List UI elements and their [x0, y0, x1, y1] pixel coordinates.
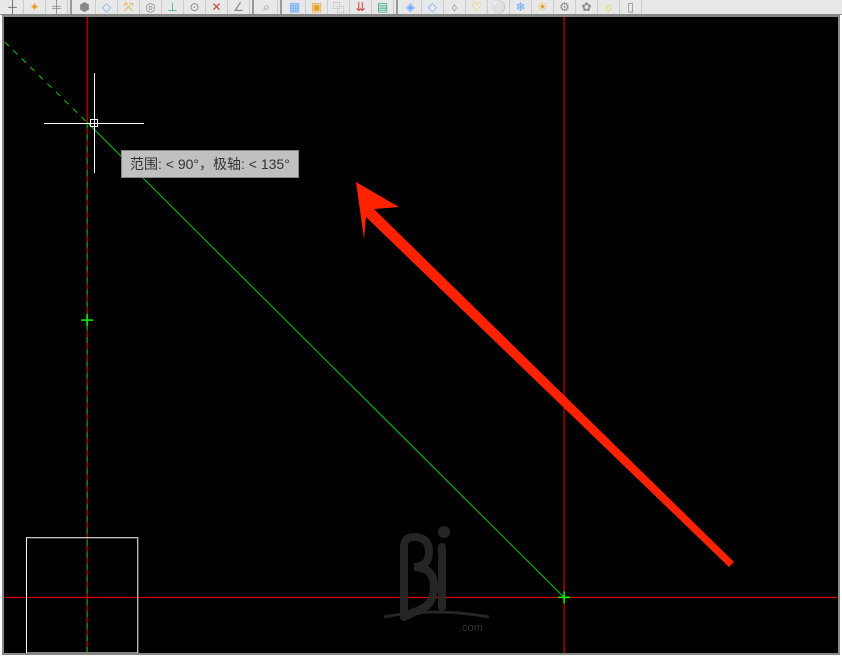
toolbar: ┼ ✦ ╪ ⬢ ◇ ⤧ ◎ ⊥ ⊙ ✕ ∠ ⌕ ▦ ▣ ⿻ ⇊ ▤ ◈ ◇ ⬨ …	[0, 0, 842, 15]
snap-extension-icon[interactable]: ◎	[140, 0, 162, 14]
light-bulb-icon[interactable]: ♡	[466, 0, 488, 14]
freeze-icon[interactable]: ❄	[510, 0, 532, 14]
snap-quad-icon[interactable]: ◇	[96, 0, 118, 14]
layers-stack-icon[interactable]: ◈	[400, 0, 422, 14]
gear-icon[interactable]: ⚙	[554, 0, 576, 14]
snap-perp-icon[interactable]: ⊥	[162, 0, 184, 14]
thaw-icon[interactable]: ☀	[532, 0, 554, 14]
save-icon[interactable]: ▯	[620, 0, 642, 14]
snap-endpoint-icon[interactable]: ┼	[2, 0, 24, 14]
snap-tangent-icon[interactable]: ⊙	[184, 0, 206, 14]
toolbar-separator	[70, 0, 72, 14]
layer-grey-icon[interactable]: ⬨	[444, 0, 466, 14]
snap-near-icon[interactable]: ✕	[206, 0, 228, 14]
layer-icon[interactable]: ▦	[284, 0, 306, 14]
sun-icon[interactable]: ☼	[598, 0, 620, 14]
block-tool-icon[interactable]: ▣	[306, 0, 328, 14]
gear2-icon[interactable]: ✿	[576, 0, 598, 14]
copy-tool-icon[interactable]: ⿻	[328, 0, 350, 14]
doc-tool-icon[interactable]: ▤	[372, 0, 394, 14]
arrow-head-icon	[356, 182, 734, 567]
toolbar-separator	[252, 0, 254, 14]
snap-node-icon[interactable]: ⬢	[74, 0, 96, 14]
snap-midpoint-icon[interactable]: ✦	[24, 0, 46, 14]
zoom-icon[interactable]: ⌕	[256, 0, 278, 14]
paste-tool-icon[interactable]: ⇊	[350, 0, 372, 14]
drawing-canvas[interactable]: 范围: < 90°，极轴: < 135° .com	[2, 15, 840, 655]
toolbar-separator	[280, 0, 282, 14]
layers-manage-icon[interactable]: ◇	[422, 0, 444, 14]
snap-intersection-icon[interactable]: ⤧	[118, 0, 140, 14]
annotation-arrow	[4, 17, 842, 657]
toolbar-separator	[396, 0, 398, 14]
snap-app-icon[interactable]: ∠	[228, 0, 250, 14]
bulb-off-icon[interactable]: ⚪	[488, 0, 510, 14]
snap-center-icon[interactable]: ╪	[46, 0, 68, 14]
